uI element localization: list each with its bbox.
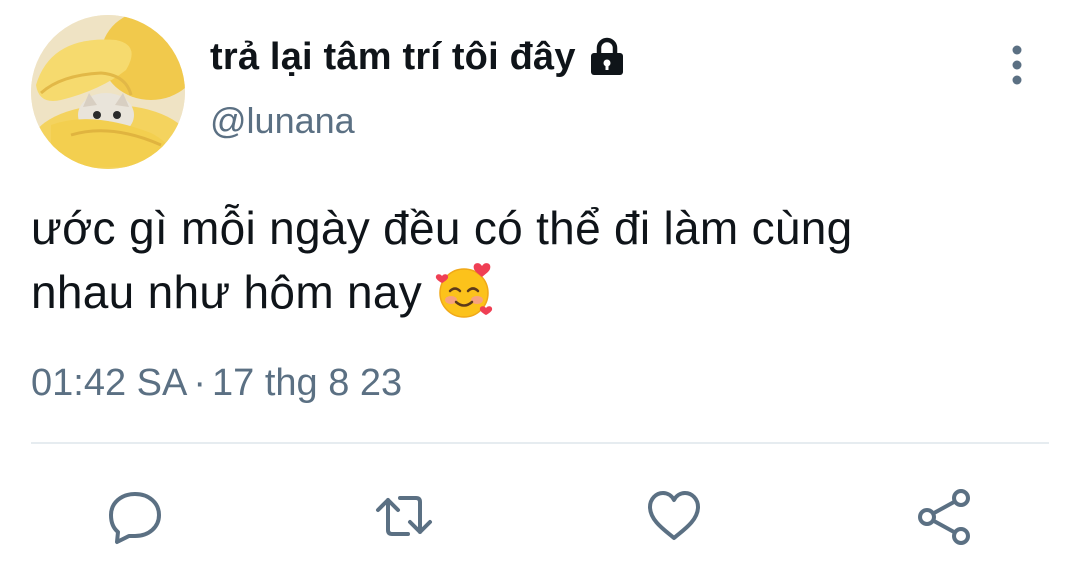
tweet-timestamp[interactable]: 01:42 SA · 17 thg 8 23 bbox=[31, 362, 402, 405]
tweet-text-line-content: nhau như hôm nay bbox=[31, 266, 423, 318]
more-vertical-icon[interactable] bbox=[1000, 40, 1034, 92]
retweet-button[interactable] bbox=[372, 484, 436, 548]
author-row: trả lại tâm trí tôi đây bbox=[210, 32, 626, 82]
user-handle[interactable]: @lunana bbox=[210, 100, 355, 142]
retweet-icon bbox=[376, 496, 432, 536]
tweet-card: trả lại tâm trí tôi đây @lunana ước gì m… bbox=[0, 0, 1080, 574]
lock-icon bbox=[588, 37, 626, 77]
tweet-text-line: nhau như hôm nay bbox=[31, 260, 1041, 324]
meta-separator: · bbox=[193, 362, 206, 404]
like-button[interactable] bbox=[642, 484, 706, 548]
display-name[interactable]: trả lại tâm trí tôi đây bbox=[210, 36, 576, 79]
reply-button[interactable] bbox=[103, 484, 167, 548]
heart-icon bbox=[648, 491, 700, 540]
avatar[interactable] bbox=[31, 15, 185, 169]
cat-in-banana-avatar-icon bbox=[31, 15, 185, 169]
share-icon bbox=[918, 489, 970, 545]
reply-icon bbox=[109, 492, 161, 544]
tweet-text: ước gì mỗi ngày đều có thể đi làm cùng n… bbox=[31, 196, 1041, 324]
tweet-text-line: ước gì mỗi ngày đều có thể đi làm cùng bbox=[31, 202, 853, 254]
smiling-face-with-hearts-emoji-icon bbox=[434, 260, 496, 322]
share-button[interactable] bbox=[912, 484, 976, 548]
tweet-time: 01:42 SA bbox=[31, 362, 188, 404]
divider bbox=[31, 442, 1049, 444]
tweet-date: 17 thg 8 23 bbox=[212, 362, 403, 404]
